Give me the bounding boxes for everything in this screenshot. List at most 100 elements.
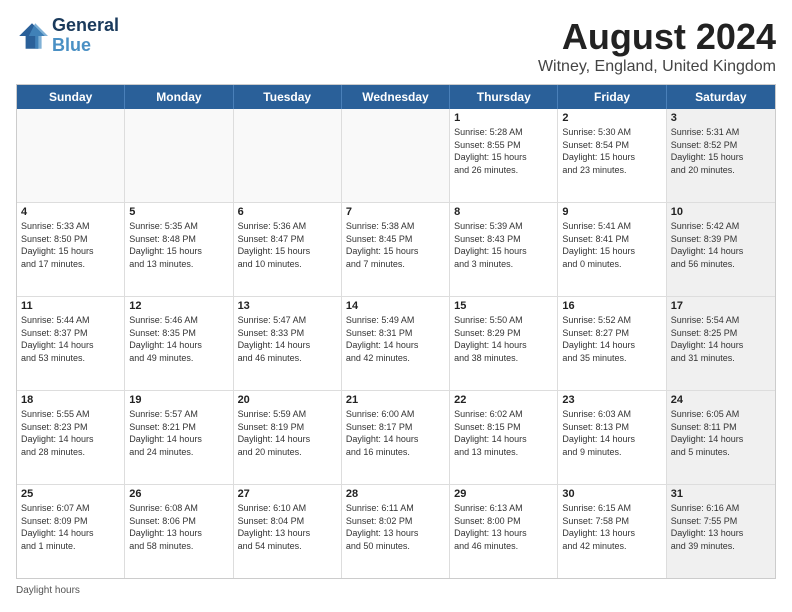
table-row: 29 Sunrise: 6:13 AM Sunset: 8:00 PM Dayli… (450, 485, 558, 578)
cell-text: Sunrise: 5:28 AM Sunset: 8:55 PM Dayligh… (454, 126, 553, 176)
table-row: 4Sunrise: 5:33 AM Sunset: 8:50 PM Daylig… (17, 203, 125, 296)
logo-text-blue: Blue (52, 36, 119, 56)
page: General Blue August 2024 Witney, England… (0, 0, 792, 612)
cell-text: Sunrise: 5:44 AM Sunset: 8:37 PM Dayligh… (21, 314, 120, 364)
table-row: 23 Sunrise: 6:03 AM Sunset: 8:13 PM Dayli… (558, 391, 666, 484)
header-thursday: Thursday (450, 85, 558, 109)
day-num-31: 31 (671, 488, 771, 500)
day-num-23: 23 (562, 394, 661, 406)
header-monday: Monday (125, 85, 233, 109)
cell-text: Sunrise: 5:47 AM Sunset: 8:33 PM Dayligh… (238, 314, 337, 364)
cal-row-5: 25Sunrise: 6:07 AM Sunset: 8:09 PM Dayli… (17, 485, 775, 578)
cell-text: Sunrise: 6:10 AM Sunset: 8:04 PM Dayligh… (238, 502, 337, 552)
day-num-10: 10 (671, 206, 771, 218)
cell-text: Sunrise: 6:07 AM Sunset: 8:09 PM Dayligh… (21, 502, 120, 552)
cell-text: Sunrise: 6:02 AM Sunset: 8:15 PM Dayligh… (454, 408, 553, 458)
title-block: August 2024 Witney, England, United King… (538, 16, 776, 76)
table-row: 5Sunrise: 5:35 AM Sunset: 8:48 PM Daylig… (125, 203, 233, 296)
day-num-6: 6 (238, 206, 337, 218)
table-row: 19Sunrise: 5:57 AM Sunset: 8:21 PM Dayli… (125, 391, 233, 484)
day-num-22: 22 (454, 394, 553, 406)
table-row (17, 109, 125, 202)
cell-text: Sunrise: 6:13 AM Sunset: 8:00 PM Dayligh… (454, 502, 553, 552)
logo-text-general: General (52, 16, 119, 36)
cell-text: Sunrise: 6:03 AM Sunset: 8:13 PM Dayligh… (562, 408, 661, 458)
cell-text: Sunrise: 6:08 AM Sunset: 8:06 PM Dayligh… (129, 502, 228, 552)
cell-text: Sunrise: 5:31 AM Sunset: 8:52 PM Dayligh… (671, 126, 771, 176)
daylight-label: Daylight hours (16, 585, 80, 596)
cell-text: Sunrise: 5:52 AM Sunset: 8:27 PM Dayligh… (562, 314, 661, 364)
header-saturday: Saturday (667, 85, 775, 109)
header: General Blue August 2024 Witney, England… (16, 16, 776, 76)
cell-text: Sunrise: 5:42 AM Sunset: 8:39 PM Dayligh… (671, 220, 771, 270)
table-row: 11Sunrise: 5:44 AM Sunset: 8:37 PM Dayli… (17, 297, 125, 390)
cell-text: Sunrise: 5:39 AM Sunset: 8:43 PM Dayligh… (454, 220, 553, 270)
table-row: 28Sunrise: 6:11 AM Sunset: 8:02 PM Dayli… (342, 485, 450, 578)
day-num-14: 14 (346, 300, 445, 312)
cell-text: Sunrise: 6:15 AM Sunset: 7:58 PM Dayligh… (562, 502, 661, 552)
table-row (342, 109, 450, 202)
cell-text: Sunrise: 5:30 AM Sunset: 8:54 PM Dayligh… (562, 126, 661, 176)
day-num-1: 1 (454, 112, 553, 124)
cell-text: Sunrise: 6:16 AM Sunset: 7:55 PM Dayligh… (671, 502, 771, 552)
day-num-15: 15 (454, 300, 553, 312)
table-row: 22 Sunrise: 6:02 AM Sunset: 8:15 PM Dayli… (450, 391, 558, 484)
table-row: 14 Sunrise: 5:49 AM Sunset: 8:31 PM Dayli… (342, 297, 450, 390)
table-row: 31 Sunrise: 6:16 AM Sunset: 7:55 PM Dayli… (667, 485, 775, 578)
table-row: 20 Sunrise: 5:59 AM Sunset: 8:19 PM Dayli… (234, 391, 342, 484)
table-row: 25Sunrise: 6:07 AM Sunset: 8:09 PM Dayli… (17, 485, 125, 578)
cell-text: Sunrise: 5:33 AM Sunset: 8:50 PM Dayligh… (21, 220, 120, 270)
cell-text: Sunrise: 6:05 AM Sunset: 8:11 PM Dayligh… (671, 408, 771, 458)
day-num-12: 12 (129, 300, 228, 312)
day-num-17: 17 (671, 300, 771, 312)
cell-text: Sunrise: 5:41 AM Sunset: 8:41 PM Dayligh… (562, 220, 661, 270)
table-row (234, 109, 342, 202)
calendar: Sunday Monday Tuesday Wednesday Thursday… (16, 84, 776, 579)
calendar-body: 1 Sunrise: 5:28 AM Sunset: 8:55 PM Daylig… (17, 109, 775, 578)
table-row: 18Sunrise: 5:55 AM Sunset: 8:23 PM Dayli… (17, 391, 125, 484)
table-row: 9Sunrise: 5:41 AM Sunset: 8:41 PM Daylig… (558, 203, 666, 296)
day-num-13: 13 (238, 300, 337, 312)
cal-row-2: 4Sunrise: 5:33 AM Sunset: 8:50 PM Daylig… (17, 203, 775, 297)
calendar-header: Sunday Monday Tuesday Wednesday Thursday… (17, 85, 775, 109)
subtitle: Witney, England, United Kingdom (538, 58, 776, 76)
cell-text: Sunrise: 5:54 AM Sunset: 8:25 PM Dayligh… (671, 314, 771, 364)
table-row: 3 Sunrise: 5:31 AM Sunset: 8:52 PM Daylig… (667, 109, 775, 202)
table-row: 12 Sunrise: 5:46 AM Sunset: 8:35 PM Dayli… (125, 297, 233, 390)
table-row: 24Sunrise: 6:05 AM Sunset: 8:11 PM Dayli… (667, 391, 775, 484)
cell-text: Sunrise: 5:49 AM Sunset: 8:31 PM Dayligh… (346, 314, 445, 364)
cal-row-1: 1 Sunrise: 5:28 AM Sunset: 8:55 PM Daylig… (17, 109, 775, 203)
table-row: 6Sunrise: 5:36 AM Sunset: 8:47 PM Daylig… (234, 203, 342, 296)
table-row: 13 Sunrise: 5:47 AM Sunset: 8:33 PM Dayli… (234, 297, 342, 390)
day-num-18: 18 (21, 394, 120, 406)
header-wednesday: Wednesday (342, 85, 450, 109)
main-title: August 2024 (538, 16, 776, 58)
table-row: 1 Sunrise: 5:28 AM Sunset: 8:55 PM Daylig… (450, 109, 558, 202)
day-num-20: 20 (238, 394, 337, 406)
header-sunday: Sunday (17, 85, 125, 109)
table-row: 7Sunrise: 5:38 AM Sunset: 8:45 PM Daylig… (342, 203, 450, 296)
cell-text: Sunrise: 5:59 AM Sunset: 8:19 PM Dayligh… (238, 408, 337, 458)
cal-row-4: 18Sunrise: 5:55 AM Sunset: 8:23 PM Dayli… (17, 391, 775, 485)
day-num-3: 3 (671, 112, 771, 124)
table-row: 2Sunrise: 5:30 AM Sunset: 8:54 PM Daylig… (558, 109, 666, 202)
day-num-21: 21 (346, 394, 445, 406)
table-row: 30Sunrise: 6:15 AM Sunset: 7:58 PM Dayli… (558, 485, 666, 578)
logo: General Blue (16, 16, 119, 56)
cell-text: Sunrise: 5:57 AM Sunset: 8:21 PM Dayligh… (129, 408, 228, 458)
table-row: 8Sunrise: 5:39 AM Sunset: 8:43 PM Daylig… (450, 203, 558, 296)
table-row (125, 109, 233, 202)
table-row: 15Sunrise: 5:50 AM Sunset: 8:29 PM Dayli… (450, 297, 558, 390)
day-num-29: 29 (454, 488, 553, 500)
day-num-28: 28 (346, 488, 445, 500)
logo-icon (16, 20, 48, 52)
table-row: 16Sunrise: 5:52 AM Sunset: 8:27 PM Dayli… (558, 297, 666, 390)
header-tuesday: Tuesday (234, 85, 342, 109)
table-row: 26 Sunrise: 6:08 AM Sunset: 8:06 PM Dayli… (125, 485, 233, 578)
day-num-5: 5 (129, 206, 228, 218)
cell-text: Sunrise: 5:46 AM Sunset: 8:35 PM Dayligh… (129, 314, 228, 364)
day-num-26: 26 (129, 488, 228, 500)
cal-row-3: 11Sunrise: 5:44 AM Sunset: 8:37 PM Dayli… (17, 297, 775, 391)
table-row: 10 Sunrise: 5:42 AM Sunset: 8:39 PM Dayli… (667, 203, 775, 296)
table-row: 17 Sunrise: 5:54 AM Sunset: 8:25 PM Dayli… (667, 297, 775, 390)
